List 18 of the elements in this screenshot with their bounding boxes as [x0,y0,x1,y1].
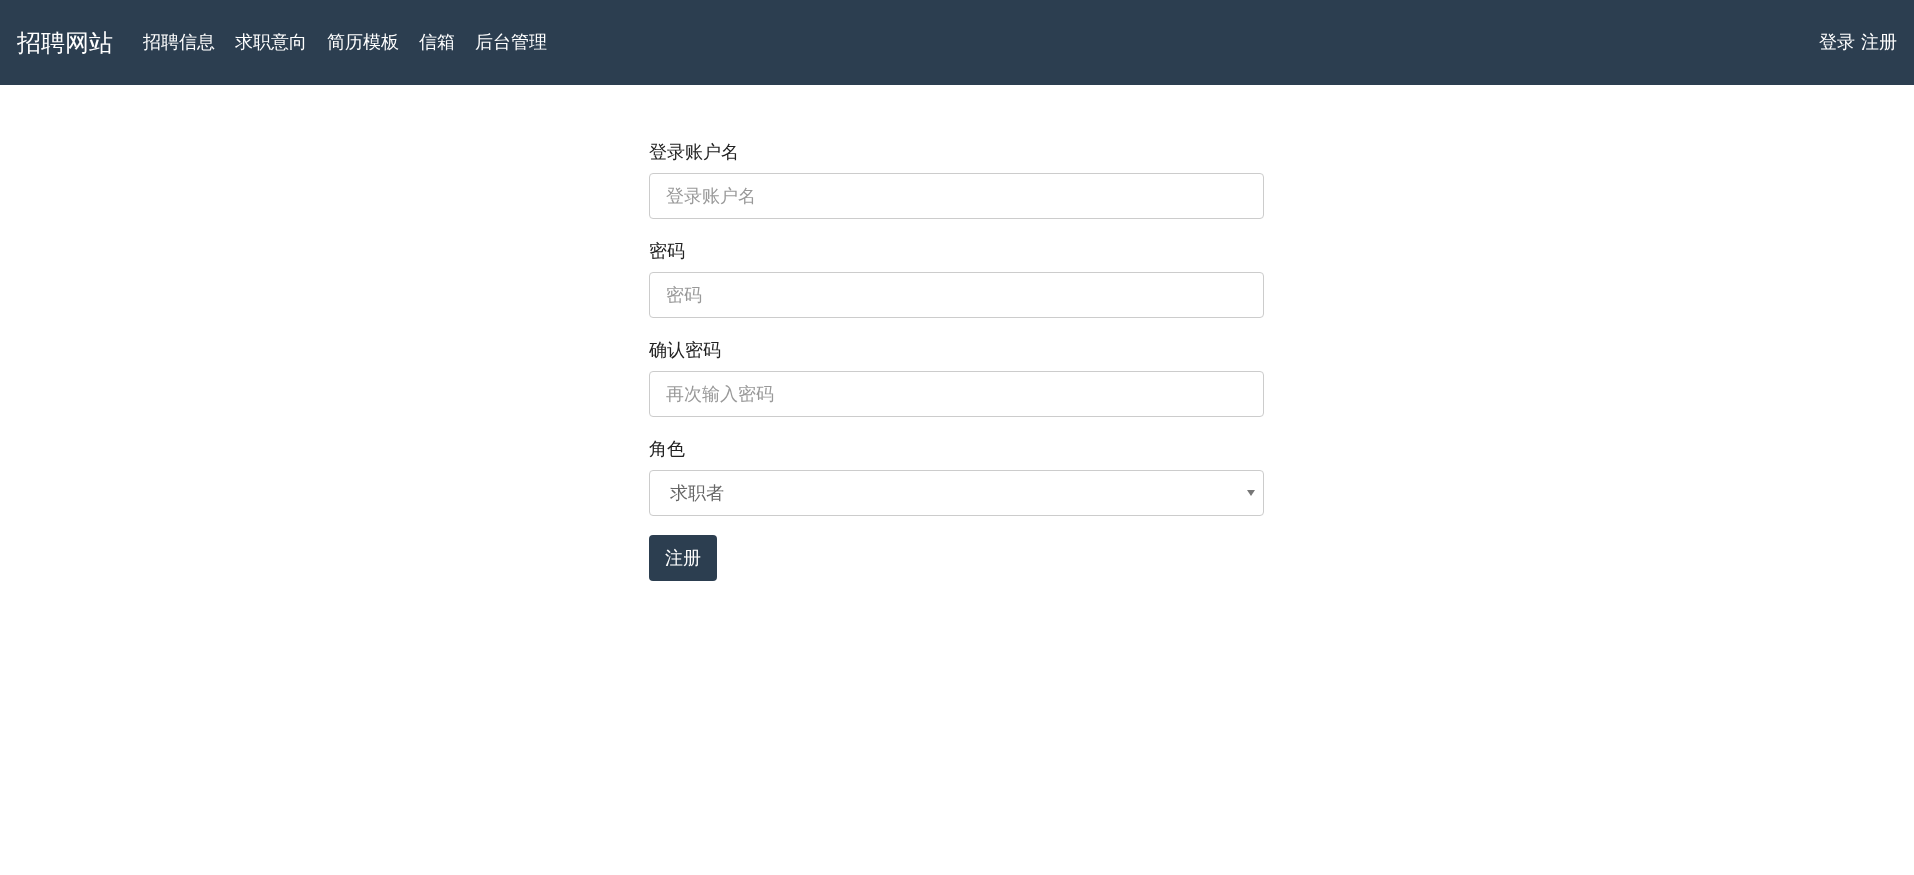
field-label: 角色 [649,438,686,461]
brand-link[interactable]: 招聘网站 [17,24,113,61]
nav-link[interactable]: 后台管理 [475,29,547,56]
auth-link[interactable]: 登录 [1819,29,1855,56]
register-button[interactable]: 注册 [649,535,717,581]
nav-link[interactable]: 招聘信息 [143,29,215,56]
input-field[interactable]: 再次输入密码 [649,371,1264,417]
input-field[interactable]: 密码 [649,272,1264,318]
caret-icon [1247,490,1255,496]
field-label: 登录账户名 [649,141,740,164]
nav-link[interactable]: 简历模板 [327,29,399,56]
nav-link[interactable]: 信箱 [419,29,455,56]
field-label: 确认密码 [649,339,722,362]
role-select[interactable]: 求职者 [649,470,1264,516]
field-label: 密码 [649,240,686,263]
nav-link[interactable]: 求职意向 [235,29,307,56]
auth-link[interactable]: 注册 [1861,29,1897,56]
input-field[interactable]: 登录账户名 [649,173,1264,219]
